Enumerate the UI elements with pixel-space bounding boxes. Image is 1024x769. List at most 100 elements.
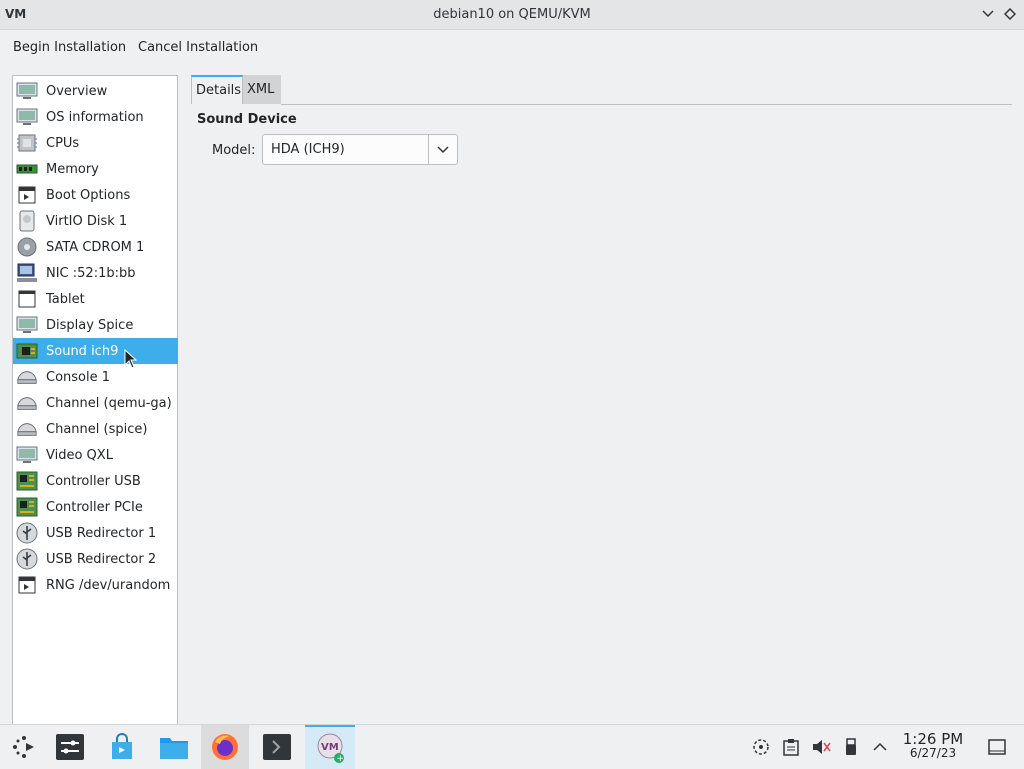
device-item-label: Tablet	[46, 291, 85, 307]
device-item-label: Video QXL	[46, 447, 113, 463]
system-settings-button[interactable]	[46, 725, 94, 769]
display-icon	[16, 444, 38, 466]
terminal-icon	[263, 734, 291, 760]
sound-card-icon	[16, 340, 38, 362]
tablet-icon	[16, 288, 38, 310]
network-icon	[16, 262, 38, 284]
device-item-nic-52-1b-bb[interactable]: NIC :52:1b:bb	[13, 260, 178, 286]
usb-device-icon[interactable]	[841, 737, 861, 757]
svg-text:VM: VM	[321, 742, 339, 753]
virt-manager-taskbar-button[interactable]: VM +	[305, 725, 355, 769]
clock-date[interactable]: 6/27/23	[896, 746, 970, 760]
device-item-label: USB Redirector 1	[46, 525, 157, 541]
cdrom-icon	[16, 236, 38, 258]
device-item-label: Channel (spice)	[46, 421, 148, 437]
begin-installation-button[interactable]: Begin Installation	[13, 40, 126, 55]
device-item-rng-dev-urandom[interactable]: RNG /dev/urandom	[13, 572, 178, 598]
device-item-video-qxl[interactable]: Video QXL	[13, 442, 178, 468]
device-item-boot-options[interactable]: Boot Options	[13, 182, 178, 208]
shopping-bag-icon	[112, 733, 132, 759]
title-bar: VM debian10 on QEMU/KVM	[0, 0, 1024, 30]
device-item-label: Memory	[46, 161, 99, 177]
device-item-display-spice[interactable]: Display Spice	[13, 312, 178, 338]
settings-icon	[56, 734, 84, 760]
usb-icon	[16, 522, 38, 544]
monitor-icon	[16, 80, 38, 102]
rng-icon	[16, 574, 38, 596]
network-status-icon[interactable]	[751, 737, 771, 757]
device-item-label: OS information	[46, 109, 144, 125]
boot-icon	[16, 184, 38, 206]
mouse-cursor-icon	[124, 348, 138, 373]
terminal-button[interactable]	[253, 725, 301, 769]
device-item-overview[interactable]: Overview	[13, 78, 178, 104]
device-item-label: Boot Options	[46, 187, 131, 203]
firefox-icon	[212, 734, 238, 760]
chevron-up-icon[interactable]	[870, 737, 890, 757]
display-icon	[16, 314, 38, 336]
device-item-sata-cdrom-1[interactable]: SATA CDROM 1	[13, 234, 178, 260]
device-item-label: Channel (qemu-ga)	[46, 395, 172, 411]
monitor-icon	[16, 106, 38, 128]
serial-icon	[16, 366, 38, 388]
device-item-usb-redirector-1[interactable]: USB Redirector 1	[13, 520, 178, 546]
device-item-label: VirtIO Disk 1	[46, 213, 128, 229]
device-item-label: Console 1	[46, 369, 111, 385]
device-item-virtio-disk-1[interactable]: VirtIO Disk 1	[13, 208, 178, 234]
discover-button[interactable]	[98, 725, 146, 769]
device-item-label: Controller USB	[46, 473, 141, 489]
device-item-label: NIC :52:1b:bb	[46, 265, 136, 281]
device-list: Overview OS information CPUs Memory Boot Opt…	[12, 75, 178, 725]
device-item-tablet[interactable]: Tablet	[13, 286, 178, 312]
serial-icon	[16, 392, 38, 414]
device-item-label: Overview	[46, 83, 108, 99]
device-item-label: Controller PCIe	[46, 499, 143, 515]
svg-text:+: +	[337, 754, 345, 764]
device-item-cpus[interactable]: CPUs	[13, 130, 178, 156]
chevron-down-icon[interactable]	[429, 145, 457, 154]
cpu-icon	[16, 132, 38, 154]
device-item-usb-redirector-2[interactable]: USB Redirector 2	[13, 546, 178, 572]
serial-icon	[16, 418, 38, 440]
taskbar: VM +	[0, 724, 1024, 769]
device-item-label: Sound ich9	[46, 343, 119, 359]
window-title: debian10 on QEMU/KVM	[433, 7, 591, 22]
cancel-installation-button[interactable]: Cancel Installation	[138, 40, 258, 55]
controller-icon	[16, 470, 38, 492]
device-item-label: USB Redirector 2	[46, 551, 157, 567]
clipboard-icon[interactable]	[781, 737, 801, 757]
show-desktop-icon[interactable]	[987, 737, 1007, 757]
memory-icon	[16, 158, 38, 180]
app-launcher-button[interactable]	[0, 725, 48, 769]
firefox-button[interactable]	[201, 725, 249, 769]
device-item-controller-pcie[interactable]: Controller PCIe	[13, 494, 178, 520]
device-item-os-information[interactable]: OS information	[13, 104, 178, 130]
device-item-label: SATA CDROM 1	[46, 239, 145, 255]
model-value: HDA (ICH9)	[271, 142, 345, 157]
model-combobox[interactable]: HDA (ICH9)	[262, 134, 458, 165]
controller-icon	[16, 496, 38, 518]
device-item-sound-ich9[interactable]: Sound ich9	[13, 338, 178, 364]
device-item-channel-spice[interactable]: Channel (spice)	[13, 416, 178, 442]
device-item-controller-usb[interactable]: Controller USB	[13, 468, 178, 494]
tab-details[interactable]: Details	[191, 75, 243, 104]
disk-icon	[16, 210, 38, 232]
device-item-label: RNG /dev/urandom	[46, 577, 171, 593]
volume-muted-icon[interactable]	[811, 737, 831, 757]
folder-icon	[160, 738, 188, 759]
maximize-button[interactable]	[1001, 5, 1019, 23]
device-item-label: CPUs	[46, 135, 80, 151]
menu-bar: Begin Installation Cancel Installation	[0, 30, 1024, 66]
tab-xml[interactable]: XML	[243, 75, 281, 104]
minimize-button[interactable]	[979, 5, 997, 23]
device-item-channel-qemu-ga[interactable]: Channel (qemu-ga)	[13, 390, 178, 416]
device-item-console-1[interactable]: Console 1	[13, 364, 178, 390]
model-label: Model:	[212, 143, 256, 158]
section-title: Sound Device	[197, 112, 297, 127]
usb-icon	[16, 548, 38, 570]
device-item-memory[interactable]: Memory	[13, 156, 178, 182]
app-launcher-icon	[13, 736, 34, 758]
tab-divider	[281, 104, 1012, 105]
virt-manager-icon: VM +	[317, 733, 345, 764]
file-manager-button[interactable]	[150, 725, 198, 769]
